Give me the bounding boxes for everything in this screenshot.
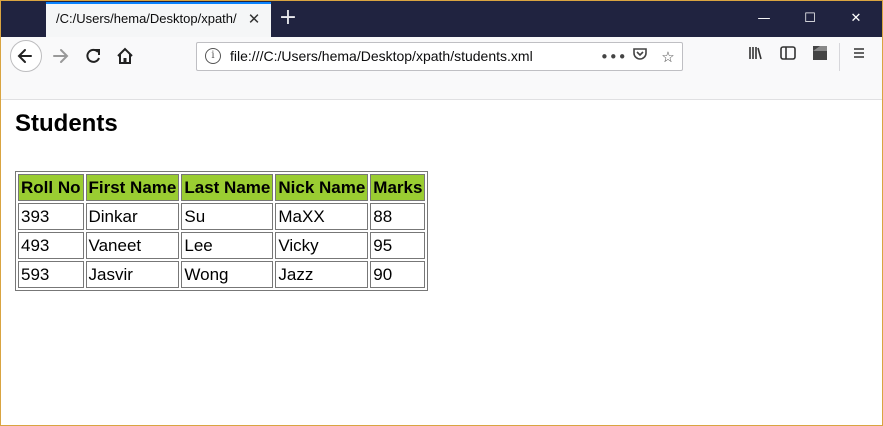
menu-icon[interactable] [846, 43, 872, 69]
url-bar[interactable]: i file:///C:/Users/hema/Desktop/xpath/st… [196, 42, 683, 71]
selenium-icon[interactable] [807, 43, 833, 69]
table-cell: 95 [370, 232, 426, 259]
column-header: Nick Name [275, 174, 369, 201]
column-header: Marks [370, 174, 426, 201]
home-icon[interactable] [109, 41, 141, 73]
table-cell: Su [181, 203, 274, 230]
tab-title: /C:/Users/hema/Desktop/xpath/ [56, 11, 237, 26]
title-bar: /C:/Users/hema/Desktop/xpath/ ✕ + — ☐ ✕ [1, 1, 882, 37]
new-tab-icon[interactable]: + [277, 7, 299, 31]
table-cell: Dinkar [85, 203, 180, 230]
table-cell: Lee [181, 232, 274, 259]
table-cell: Jasvir [85, 261, 180, 288]
table-cell: Jazz [275, 261, 369, 288]
nav-toolbar: i file:///C:/Users/hema/Desktop/xpath/st… [1, 37, 882, 100]
page-title: Students [15, 110, 118, 137]
column-header: First Name [85, 174, 180, 201]
table-cell: 88 [370, 203, 426, 230]
column-header: Last Name [181, 174, 274, 201]
table-row: 593 Jasvir Wong Jazz 90 [18, 261, 426, 288]
sidebar-icon[interactable] [775, 43, 801, 69]
maximize-icon[interactable]: ☐ [787, 1, 833, 37]
url-text[interactable]: file:///C:/Users/hema/Desktop/xpath/stud… [230, 48, 533, 64]
table-row: 393 Dinkar Su MaXX 88 [18, 203, 426, 230]
table-cell: 90 [370, 261, 426, 288]
library-icon[interactable] [743, 43, 769, 69]
table-cell: 593 [18, 261, 84, 288]
pocket-icon[interactable] [628, 45, 652, 69]
toolbar-separator [839, 43, 840, 71]
column-header: Roll No [18, 174, 84, 201]
tab-close-icon[interactable]: ✕ [245, 10, 263, 28]
close-window-icon[interactable]: ✕ [833, 1, 879, 37]
info-icon[interactable]: i [205, 48, 221, 64]
bookmark-star-icon[interactable]: ☆ [656, 45, 680, 69]
table-cell: Vaneet [85, 232, 180, 259]
table-row: 493 Vaneet Lee Vicky 95 [18, 232, 426, 259]
table-cell: 393 [18, 203, 84, 230]
table-cell: Vicky [275, 232, 369, 259]
browser-window: /C:/Users/hema/Desktop/xpath/ ✕ + — ☐ ✕ … [0, 0, 883, 426]
table-cell: 493 [18, 232, 84, 259]
students-table: Roll No First Name Last Name Nick Name M… [15, 171, 429, 291]
minimize-icon[interactable]: — [741, 1, 787, 37]
page-content: Students Roll No First Name Last Name Ni… [1, 100, 882, 425]
table-cell: MaXX [275, 203, 369, 230]
forward-icon[interactable] [45, 41, 77, 73]
tab-active-indicator [46, 2, 271, 4]
tab-students-xml[interactable]: /C:/Users/hema/Desktop/xpath/ ✕ [46, 2, 271, 37]
table-header-row: Roll No First Name Last Name Nick Name M… [18, 174, 426, 201]
page-actions-icon[interactable]: ••• [600, 45, 627, 69]
back-icon[interactable] [10, 40, 42, 72]
table-cell: Wong [181, 261, 274, 288]
reload-icon[interactable] [77, 41, 109, 73]
